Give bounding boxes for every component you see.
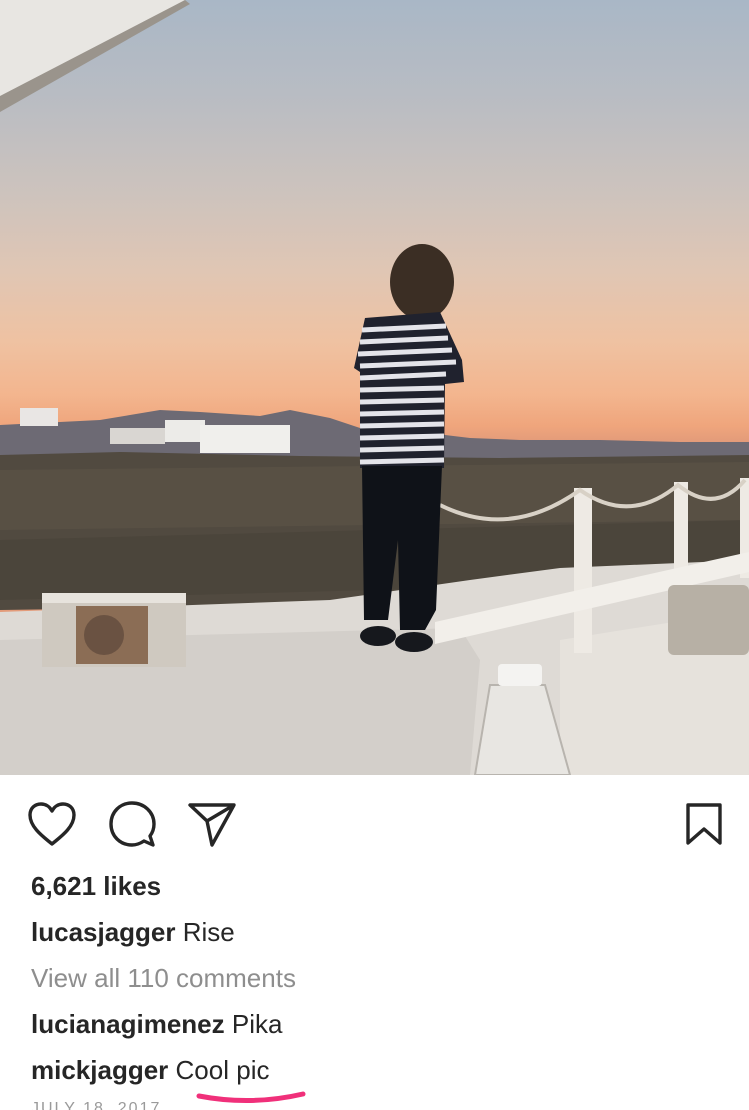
highlight-underline bbox=[196, 1091, 306, 1104]
shoe bbox=[360, 626, 396, 646]
paper-plane-icon bbox=[188, 803, 236, 847]
bookmark-icon bbox=[686, 803, 722, 845]
comment: mickjagger Cool pic bbox=[31, 1054, 269, 1086]
building bbox=[165, 420, 205, 442]
comment-username[interactable]: mickjagger bbox=[31, 1055, 168, 1085]
comment-icon bbox=[109, 801, 156, 847]
shoe bbox=[395, 632, 433, 652]
comment-text: Cool pic bbox=[175, 1055, 270, 1085]
caption-username[interactable]: lucasjagger bbox=[31, 917, 176, 947]
caption: lucasjagger Rise bbox=[31, 916, 235, 948]
building bbox=[110, 428, 165, 444]
building bbox=[200, 425, 290, 453]
photo-scene bbox=[0, 0, 749, 775]
jeans bbox=[362, 466, 442, 630]
comment: lucianagimenez Pika bbox=[31, 1008, 282, 1040]
hair bbox=[390, 244, 454, 320]
instagram-post: 6,621 likes lucasjagger Rise View all 11… bbox=[0, 0, 749, 1110]
wicker-basket bbox=[668, 585, 749, 655]
post-photo[interactable] bbox=[0, 0, 749, 775]
caption-text: Rise bbox=[182, 917, 235, 947]
share-button[interactable] bbox=[186, 798, 238, 850]
comment-username[interactable]: lucianagimenez bbox=[31, 1009, 225, 1039]
post-date: JULY 18, 2017 bbox=[31, 1100, 162, 1110]
comment-text: Pika bbox=[231, 1009, 283, 1039]
action-bar bbox=[0, 790, 749, 860]
likes-count[interactable]: 6,621 likes bbox=[31, 870, 161, 902]
building bbox=[20, 408, 58, 426]
save-button[interactable] bbox=[678, 798, 730, 850]
comment-button[interactable] bbox=[106, 798, 158, 850]
heart-icon bbox=[28, 802, 76, 846]
view-all-comments-link[interactable]: View all 110 comments bbox=[31, 962, 296, 994]
fence-post bbox=[574, 488, 592, 653]
like-button[interactable] bbox=[26, 798, 78, 850]
